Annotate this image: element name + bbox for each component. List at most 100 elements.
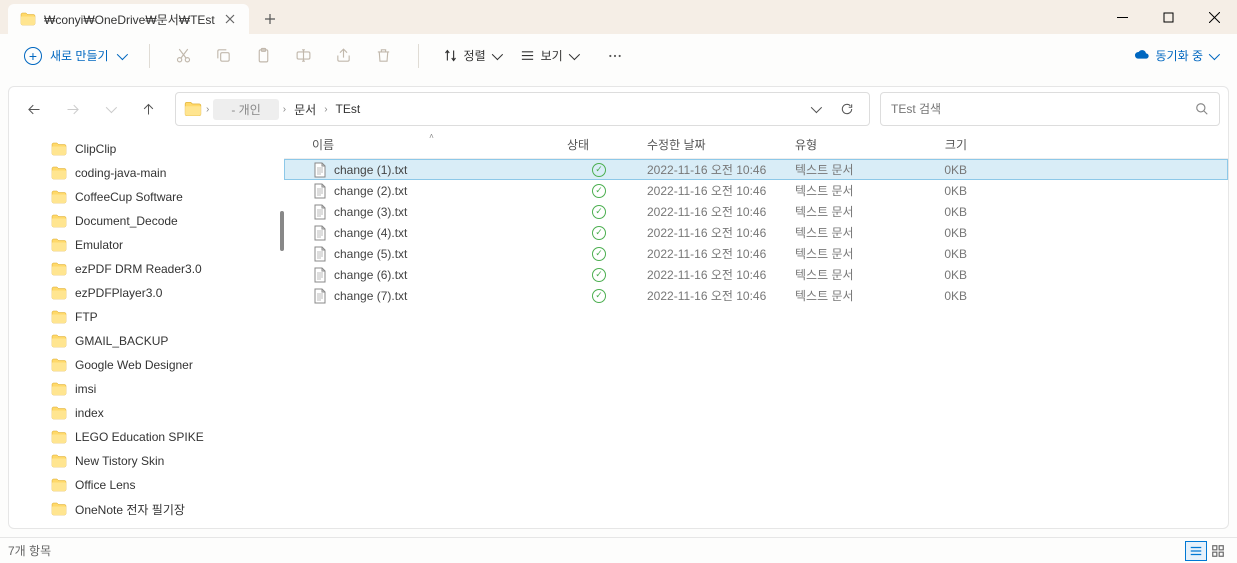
rename-button[interactable] (286, 38, 322, 74)
sidebar-item[interactable]: GMAIL_BACKUP (9, 329, 284, 353)
column-headers: 이름˄ 상태 수정한 날짜 유형 크기 (284, 131, 1228, 159)
file-row[interactable]: change (7).txt✓2022-11-16 오전 10:46텍스트 문서… (284, 285, 1228, 306)
search-input[interactable] (891, 102, 1195, 116)
breadcrumb-item[interactable]: TEst (332, 102, 365, 116)
sidebar-item[interactable]: ezPDFPlayer3.0 (9, 281, 284, 305)
folder-icon (51, 238, 67, 252)
breadcrumb-item[interactable]: 문서 (290, 101, 320, 118)
close-button[interactable] (1191, 0, 1237, 34)
sidebar-item[interactable]: CoffeeCup Software (9, 185, 284, 209)
sidebar-resize-handle[interactable] (278, 131, 284, 528)
file-type: 텍스트 문서 (787, 182, 905, 199)
column-header-name[interactable]: 이름˄ (304, 136, 559, 153)
sidebar-item[interactable]: imsi (9, 377, 284, 401)
copy-button[interactable] (206, 38, 242, 74)
sidebar-item[interactable]: Emulator (9, 233, 284, 257)
paste-button[interactable] (246, 38, 282, 74)
file-size: 0KB (905, 163, 975, 177)
toolbar: + 새로 만들기 정렬 보기 동기화 중 (0, 34, 1237, 78)
cut-button[interactable] (166, 38, 202, 74)
file-row[interactable]: change (2).txt✓2022-11-16 오전 10:46텍스트 문서… (284, 180, 1228, 201)
synced-icon: ✓ (592, 289, 606, 303)
title-bar: ₩conyi₩OneDrive₩문서₩TEst (0, 0, 1237, 34)
sidebar-item[interactable]: coding-java-main (9, 161, 284, 185)
file-type: 텍스트 문서 (787, 203, 905, 220)
sidebar-item-label: Office Lens (75, 478, 135, 492)
address-dropdown-button[interactable] (801, 95, 829, 123)
sidebar-item[interactable]: index (9, 401, 284, 425)
sidebar-item[interactable]: Office Lens (9, 473, 284, 497)
sidebar-item[interactable]: Document_Decode (9, 209, 284, 233)
text-file-icon (312, 183, 328, 199)
new-tab-button[interactable] (255, 4, 285, 34)
sidebar-item[interactable]: ezPDF DRM Reader3.0 (9, 257, 284, 281)
folder-icon (51, 502, 67, 516)
nav-bar: › - 개인 › 문서 › TEst (9, 87, 1228, 131)
folder-icon (51, 334, 67, 348)
refresh-button[interactable] (833, 95, 861, 123)
breadcrumb-root[interactable]: - 개인 (213, 99, 278, 120)
thumbnails-view-button[interactable] (1207, 541, 1229, 561)
file-size: 0KB (905, 184, 975, 198)
file-row[interactable]: change (1).txt✓2022-11-16 오전 10:46텍스트 문서… (284, 159, 1228, 180)
column-header-type[interactable]: 유형 (787, 136, 905, 153)
text-file-icon (312, 267, 328, 283)
recent-button[interactable] (93, 92, 127, 126)
file-row[interactable]: change (6).txt✓2022-11-16 오전 10:46텍스트 문서… (284, 264, 1228, 285)
column-header-status[interactable]: 상태 (559, 136, 639, 153)
file-date: 2022-11-16 오전 10:46 (639, 224, 787, 241)
new-button[interactable]: + 새로 만들기 (16, 43, 133, 69)
address-bar[interactable]: › - 개인 › 문서 › TEst (175, 92, 870, 126)
chevron-right-icon: › (324, 104, 327, 115)
sidebar-item[interactable]: Google Web Designer (9, 353, 284, 377)
file-type: 텍스트 문서 (787, 245, 905, 262)
file-row[interactable]: change (4).txt✓2022-11-16 오전 10:46텍스트 문서… (284, 222, 1228, 243)
file-type: 텍스트 문서 (787, 266, 905, 283)
sort-label: 정렬 (464, 47, 486, 64)
up-button[interactable] (131, 92, 165, 126)
synced-icon: ✓ (592, 226, 606, 240)
window-tab[interactable]: ₩conyi₩OneDrive₩문서₩TEst (8, 4, 249, 34)
forward-button[interactable] (55, 92, 89, 126)
tab-title: ₩conyi₩OneDrive₩문서₩TEst (44, 11, 215, 28)
sort-icon (443, 48, 458, 63)
sidebar-item-label: CoffeeCup Software (75, 190, 183, 204)
file-name: change (6).txt (334, 268, 407, 282)
folder-icon (51, 478, 67, 492)
file-size: 0KB (905, 247, 975, 261)
column-header-date[interactable]: 수정한 날짜 (639, 136, 787, 153)
file-name: change (3).txt (334, 205, 407, 219)
minimize-button[interactable] (1099, 0, 1145, 34)
sidebar-item[interactable]: OneNote 전자 필기장 (9, 497, 284, 521)
view-button[interactable]: 보기 (512, 43, 585, 68)
maximize-button[interactable] (1145, 0, 1191, 34)
view-icon (520, 48, 535, 63)
sidebar[interactable]: ClipClip coding-java-main CoffeeCup Softwa… (9, 131, 284, 528)
back-button[interactable] (17, 92, 51, 126)
sidebar-item-label: coding-java-main (75, 166, 166, 180)
folder-icon (51, 382, 67, 396)
file-type: 텍스트 문서 (787, 161, 905, 178)
sync-status[interactable]: 동기화 중 (1134, 47, 1222, 64)
file-row[interactable]: change (5).txt✓2022-11-16 오전 10:46텍스트 문서… (284, 243, 1228, 264)
column-header-size[interactable]: 크기 (905, 136, 975, 153)
more-button[interactable] (597, 38, 633, 74)
folder-icon (51, 262, 67, 276)
sidebar-item[interactable]: ClipClip (9, 137, 284, 161)
search-box[interactable] (880, 92, 1220, 126)
delete-button[interactable] (366, 38, 402, 74)
sidebar-item[interactable]: FTP (9, 305, 284, 329)
sidebar-item-label: ezPDFPlayer3.0 (75, 286, 162, 300)
details-view-button[interactable] (1185, 541, 1207, 561)
folder-icon (51, 142, 67, 156)
text-file-icon (312, 225, 328, 241)
sidebar-item-label: ezPDF DRM Reader3.0 (75, 262, 202, 276)
tab-close-icon[interactable] (223, 12, 237, 26)
sidebar-item[interactable]: New Tistory Skin (9, 449, 284, 473)
file-name: change (7).txt (334, 289, 407, 303)
sidebar-item[interactable]: LEGO Education SPIKE (9, 425, 284, 449)
share-button[interactable] (326, 38, 362, 74)
chevron-down-icon (116, 48, 127, 59)
sort-button[interactable]: 정렬 (435, 43, 508, 68)
file-row[interactable]: change (3).txt✓2022-11-16 오전 10:46텍스트 문서… (284, 201, 1228, 222)
